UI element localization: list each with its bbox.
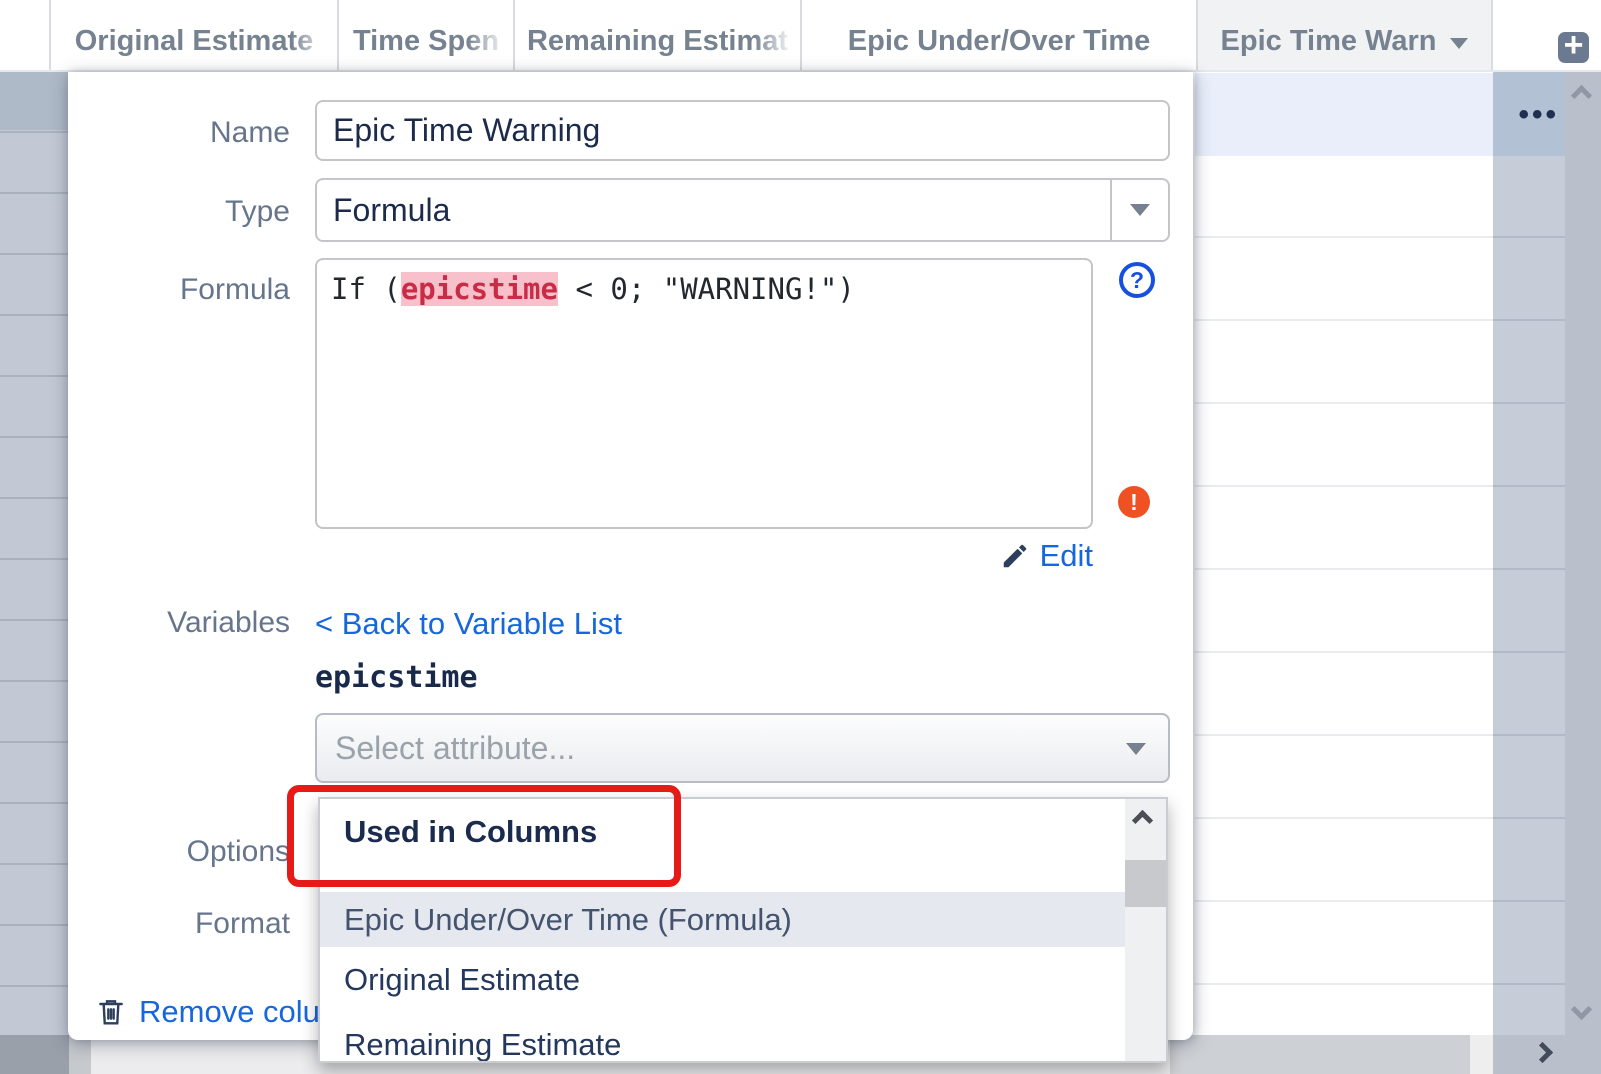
chevron-down-icon [1126,743,1146,755]
truncation-fade [754,0,800,70]
type-select-arrow-box[interactable] [1110,180,1168,240]
trash-icon [95,995,127,1029]
bottom-strip-left [0,1035,69,1074]
dropdown-item[interactable]: Original Estimate [320,947,1127,1012]
dropdown-group-header: Used in Columns [320,799,1125,892]
edit-link-label: Edit [1040,538,1093,574]
horizontal-scrollbar-track[interactable] [69,1035,91,1074]
formula-label: Formula [68,272,290,308]
column-header-epic-under-over-time[interactable]: Epic Under/Over Time [800,0,1196,70]
edit-formula-link[interactable]: Edit [1000,538,1093,574]
attribute-select-placeholder: Select attribute... [335,715,575,781]
help-icon[interactable]: ? [1119,262,1155,298]
error-icon: ! [1118,486,1150,518]
selected-column-background: ••• [1493,72,1565,1074]
column-header-label: Remaining Estimat [527,25,788,58]
type-select[interactable]: Formula [315,178,1170,242]
chevron-down-icon [1130,204,1150,216]
formula-variable-highlight: epicstime [401,272,558,306]
dropdown-item[interactable]: Epic Under/Over Time (Formula) [320,892,1127,947]
truncation-fade [467,0,513,70]
column-header-label: Epic Time Warn [1221,25,1437,58]
chevron-down-icon[interactable] [1450,38,1468,49]
name-label: Name [68,115,290,151]
column-header-remaining-estimate[interactable]: Remaining Estimat [513,0,800,70]
formula-code-before: If ( [331,272,401,306]
column-header-epic-time-warn[interactable]: Epic Time Warn [1196,0,1493,70]
attribute-dropdown: Used in Columns Epic Under/Over Time (Fo… [318,797,1168,1063]
page-root: ••• Original Estimate Time Spen Remainin… [0,0,1601,1074]
type-label: Type [68,194,290,230]
scroll-right-icon[interactable] [1532,1042,1553,1063]
column-header-original-estimate[interactable]: Original Estimate [49,0,337,70]
back-to-variable-list-link[interactable]: < Back to Variable List [315,606,622,642]
pencil-icon [1000,541,1030,571]
attribute-select[interactable]: Select attribute... [315,713,1170,783]
options-label: Options [68,834,290,870]
horizontal-scrollbar-right-button[interactable] [1493,1035,1601,1074]
column-header-label: Epic Under/Over Time [848,25,1150,58]
variables-label: Variables [68,605,290,641]
table-left-strip-first-row [0,72,69,130]
vertical-scrollbar[interactable] [1565,72,1601,1074]
dropdown-scroll-up-icon[interactable] [1132,810,1153,831]
dropdown-item[interactable]: Remaining Estimate [320,1012,1127,1063]
scroll-up-icon[interactable] [1571,85,1592,106]
format-label: Format [68,906,290,942]
truncation-fade [291,0,337,70]
table-selected-row [1195,73,1493,156]
table-left-strip [0,72,69,1035]
column-header-label: Original Estimate [75,25,314,58]
scroll-down-icon[interactable] [1571,999,1592,1020]
column-header-time-spent[interactable]: Time Spen [337,0,513,70]
selected-column-first-cell: ••• [1493,72,1565,156]
table-rows-area: ••• [1195,72,1601,1074]
formula-textarea[interactable]: If (epicstime < 0; "WARNING!") [315,258,1093,529]
formula-code-after: < 0; "WARNING!") [558,272,855,306]
name-input[interactable] [315,100,1170,161]
dropdown-scrollbar-thumb[interactable] [1125,860,1166,907]
column-menu-dots[interactable]: ••• [1518,100,1559,130]
dropdown-scrollbar[interactable] [1125,799,1166,1061]
type-select-value: Formula [333,180,450,240]
variable-name: epicstime [315,660,478,695]
table-header-row: Original Estimate Time Spen Remaining Es… [0,0,1601,72]
horizontal-scrollbar-track-right[interactable] [1170,1035,1470,1074]
add-column-button[interactable]: + [1558,32,1589,63]
horizontal-scrollbar-segment [1470,1035,1493,1074]
